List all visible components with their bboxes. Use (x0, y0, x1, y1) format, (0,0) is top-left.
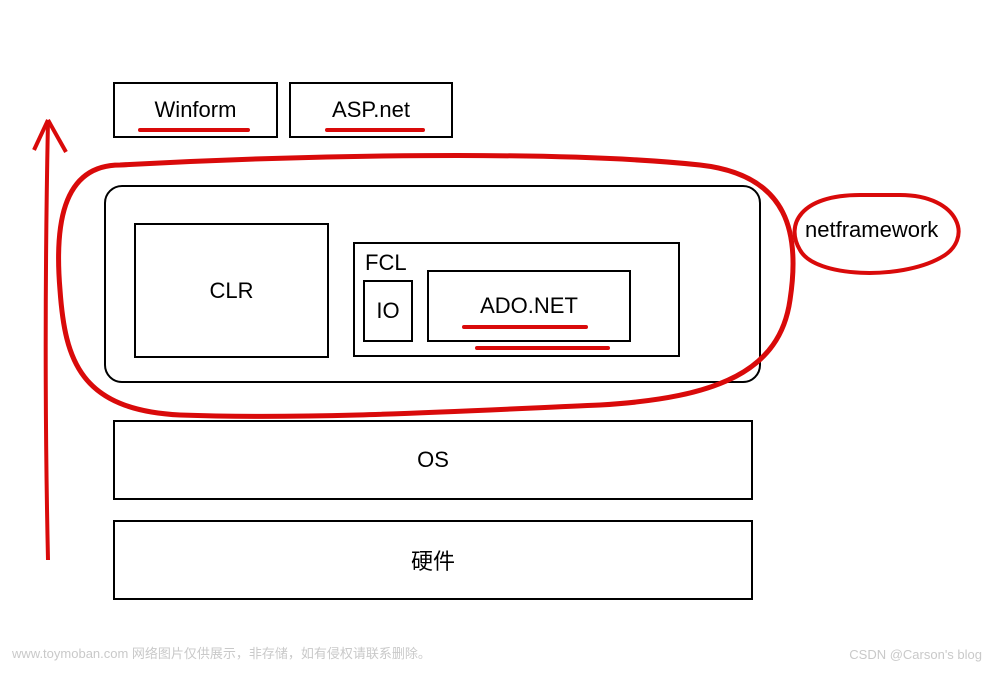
aspnet-label: ASP.net (332, 97, 410, 123)
clr-box: CLR (134, 223, 329, 358)
netframework-label: netframework (805, 217, 938, 243)
io-box: IO (363, 280, 413, 342)
winform-underline (138, 128, 250, 132)
ado-underline-2 (475, 346, 610, 350)
arrow-icon (46, 120, 48, 560)
fcl-label: FCL (365, 250, 407, 276)
hardware-box: 硬件 (113, 520, 753, 600)
footer-left: www.toymoban.com 网络图片仅供展示，非存储，如有侵权请联系删除。 (12, 643, 431, 662)
clr-label: CLR (209, 278, 253, 304)
hardware-label: 硬件 (411, 544, 455, 576)
aspnet-underline (325, 128, 425, 132)
ado-box: ADO.NET (427, 270, 631, 342)
winform-label: Winform (155, 97, 237, 123)
os-box: OS (113, 420, 753, 500)
os-label: OS (417, 447, 449, 473)
footer-right: CSDN @Carson's blog (849, 647, 982, 662)
io-label: IO (376, 298, 399, 324)
ado-label: ADO.NET (480, 293, 578, 319)
ado-underline-1 (462, 325, 588, 329)
